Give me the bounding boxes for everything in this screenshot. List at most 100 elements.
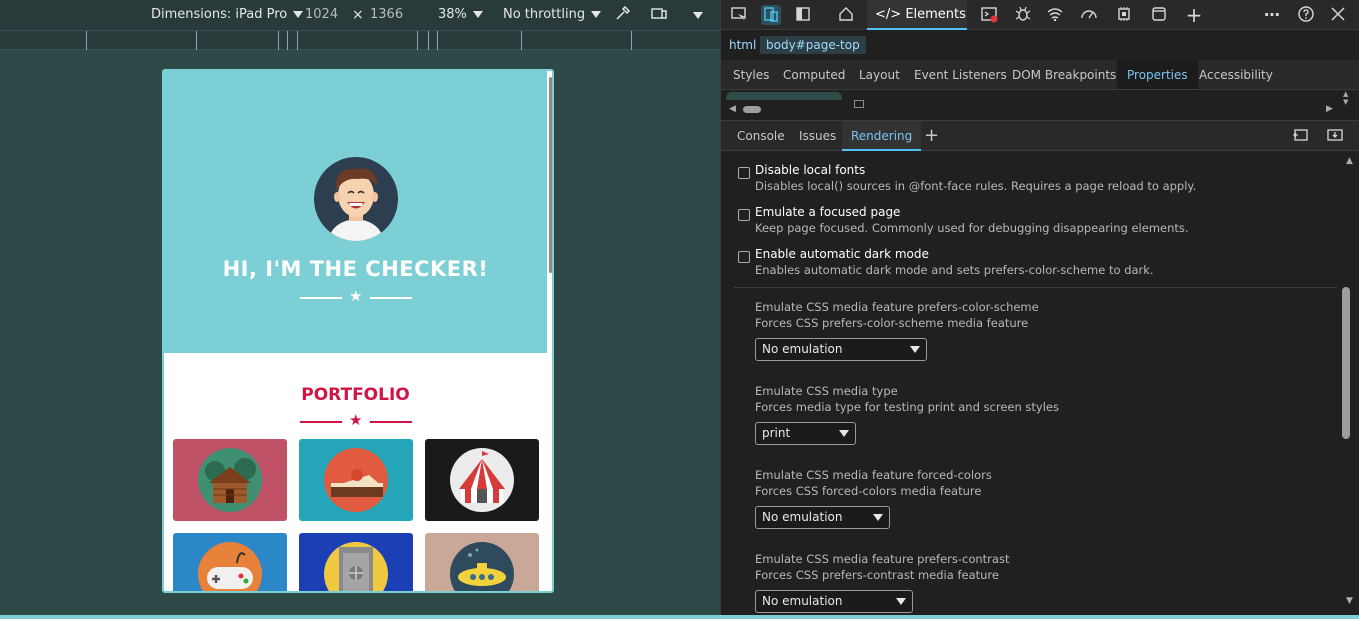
chevron-down-icon [591,11,602,18]
setting-title: Emulate CSS media feature prefers-color-… [755,300,1039,314]
height-input[interactable]: 1366 [370,7,403,22]
breadcrumb: html body#page-top [721,34,1359,58]
tab-styles[interactable]: Styles [733,68,769,82]
portfolio-item-safe[interactable] [299,533,413,591]
portfolio-item-submarine[interactable] [425,533,539,591]
option-description: Disables local() sources in @font-face r… [755,179,1197,193]
bug-icon[interactable] [1013,5,1033,25]
eyedropper-icon[interactable] [614,4,632,26]
tab-issues[interactable]: Issues [799,129,836,143]
drawer-tabs: Console Issues Rendering + [721,120,1359,151]
safe-icon [324,542,388,591]
console-icon[interactable] [979,5,999,25]
setting-description: Forces media type for testing print and … [755,400,1059,414]
close-drawer-icon[interactable] [1325,126,1345,146]
scroll-left-icon[interactable]: ◀ [729,104,736,114]
setting-title: Emulate CSS media feature forced-colors [755,468,992,482]
tab-computed[interactable]: Computed [783,68,845,82]
chevron-down-icon [910,346,920,353]
tab-layout[interactable]: Layout [859,68,900,82]
option-title: Enable automatic dark mode [755,247,929,261]
tab-dom-breakpoints[interactable]: DOM Breakpoints [1012,68,1116,82]
portfolio-item-cake[interactable] [299,439,413,521]
prefers-contrast-select[interactable]: No emulation [755,590,913,613]
tab-event-listeners[interactable]: Event Listeners [914,68,1007,82]
devtools-main-toolbar: </> Elements + ⋯ [721,0,1359,30]
game-controller-icon [198,542,262,591]
tab-elements[interactable]: </> Elements [867,0,967,30]
hero-title: HI, I'M THE CHECKER! [222,257,489,281]
more-options-icon[interactable] [693,8,703,23]
tab-rendering[interactable]: Rendering [842,121,922,151]
tab-accessibility[interactable]: Accessibility [1199,68,1273,82]
star-icon: ★ [349,287,363,305]
elements-subtabs: Styles Computed Layout Event Listeners D… [721,60,1359,90]
dimension-separator: × [352,7,364,23]
welcome-home-icon[interactable] [836,5,856,25]
dock-drawer-icon[interactable] [1291,126,1311,146]
zoom-dropdown[interactable]: 38% [438,7,483,22]
option-title: Emulate a focused page [755,205,901,219]
scroll-up-icon[interactable]: ▲ [1346,156,1353,166]
dimensions-dropdown[interactable]: Dimensions: iPad Pro [151,7,304,22]
setting-description: Forces CSS prefers-contrast media featur… [755,568,999,582]
chevron-down-icon [839,430,849,437]
scroll-right-icon[interactable]: ▶ [1326,104,1333,114]
performance-gauge-icon[interactable] [1079,5,1099,25]
breadcrumb-body[interactable]: body#page-top [760,36,866,54]
scroll-down-icon[interactable]: ▼ [1346,596,1353,606]
star-icon: ★ [349,411,363,429]
portfolio-item-circus[interactable] [425,439,539,521]
throttling-dropdown[interactable]: No throttling [503,7,602,22]
width-input[interactable]: 1024 [305,7,338,22]
hero-divider: ★ [300,287,412,305]
setting-title: Emulate CSS media feature prefers-contra… [755,552,1010,566]
memory-chip-icon[interactable] [1114,5,1134,25]
rendering-panel: Disable local fonts Disables local() sou… [721,152,1343,619]
horizontal-scrollbar[interactable]: ◀ ▶ ▲ ▼ [721,90,1359,118]
setting-description: Forces CSS forced-colors media feature [755,484,982,498]
media-query-ruler [0,30,720,50]
setting-description: Forces CSS prefers-color-scheme media fe… [755,316,1029,330]
checkbox[interactable] [738,251,750,263]
tab-console[interactable]: Console [737,129,785,143]
circus-tent-icon [450,448,514,512]
chevron-down-icon [472,11,483,18]
avatar [314,157,398,241]
device-emulation-pane: Dimensions: iPad Pro 1024 × 1366 38% No … [0,0,720,619]
submarine-icon [450,542,514,591]
checkbox[interactable] [738,167,750,179]
application-icon[interactable] [1149,5,1169,25]
setting-title: Emulate CSS media type [755,384,898,398]
window-bottom-border [0,615,1359,619]
option-description: Enables automatic dark mode and sets pre… [755,263,1154,277]
vertical-scrollbar-thumb[interactable] [1342,287,1350,439]
portfolio-item-game[interactable] [173,533,287,591]
portfolio-item-cabin[interactable] [173,439,287,521]
option-description: Keep page focused. Commonly used for deb… [755,221,1189,235]
checkbox[interactable] [738,209,750,221]
section-divider [734,287,1337,288]
forced-colors-select[interactable]: No emulation [755,506,890,529]
resize-icon[interactable]: ▲ ▼ [1343,90,1348,106]
rotate-icon[interactable] [650,4,668,26]
devtools-panel: </> Elements + ⋯ html body#page-top Styl… [720,0,1359,619]
dock-side-icon[interactable] [793,5,813,25]
breadcrumb-html[interactable]: html [723,36,762,54]
more-tools-icon[interactable]: ⋯ [1262,5,1282,25]
code-icon: </> [875,7,902,22]
add-drawer-tab-icon[interactable]: + [924,125,939,146]
wifi-network-icon[interactable] [1045,5,1065,25]
tab-properties[interactable]: Properties [1117,60,1198,89]
prefers-color-scheme-select[interactable]: No emulation [755,338,927,361]
media-type-select[interactable]: print [755,422,856,445]
device-toolbar-icon[interactable] [761,5,781,25]
option-title: Disable local fonts [755,163,866,177]
help-icon[interactable] [1296,5,1316,25]
add-tool-icon[interactable]: + [1184,5,1204,25]
cake-icon [324,448,388,512]
cabin-icon [198,448,262,512]
close-icon[interactable] [1328,5,1348,25]
page-scrollbar[interactable] [549,77,552,273]
inspect-element-icon[interactable] [729,5,749,25]
